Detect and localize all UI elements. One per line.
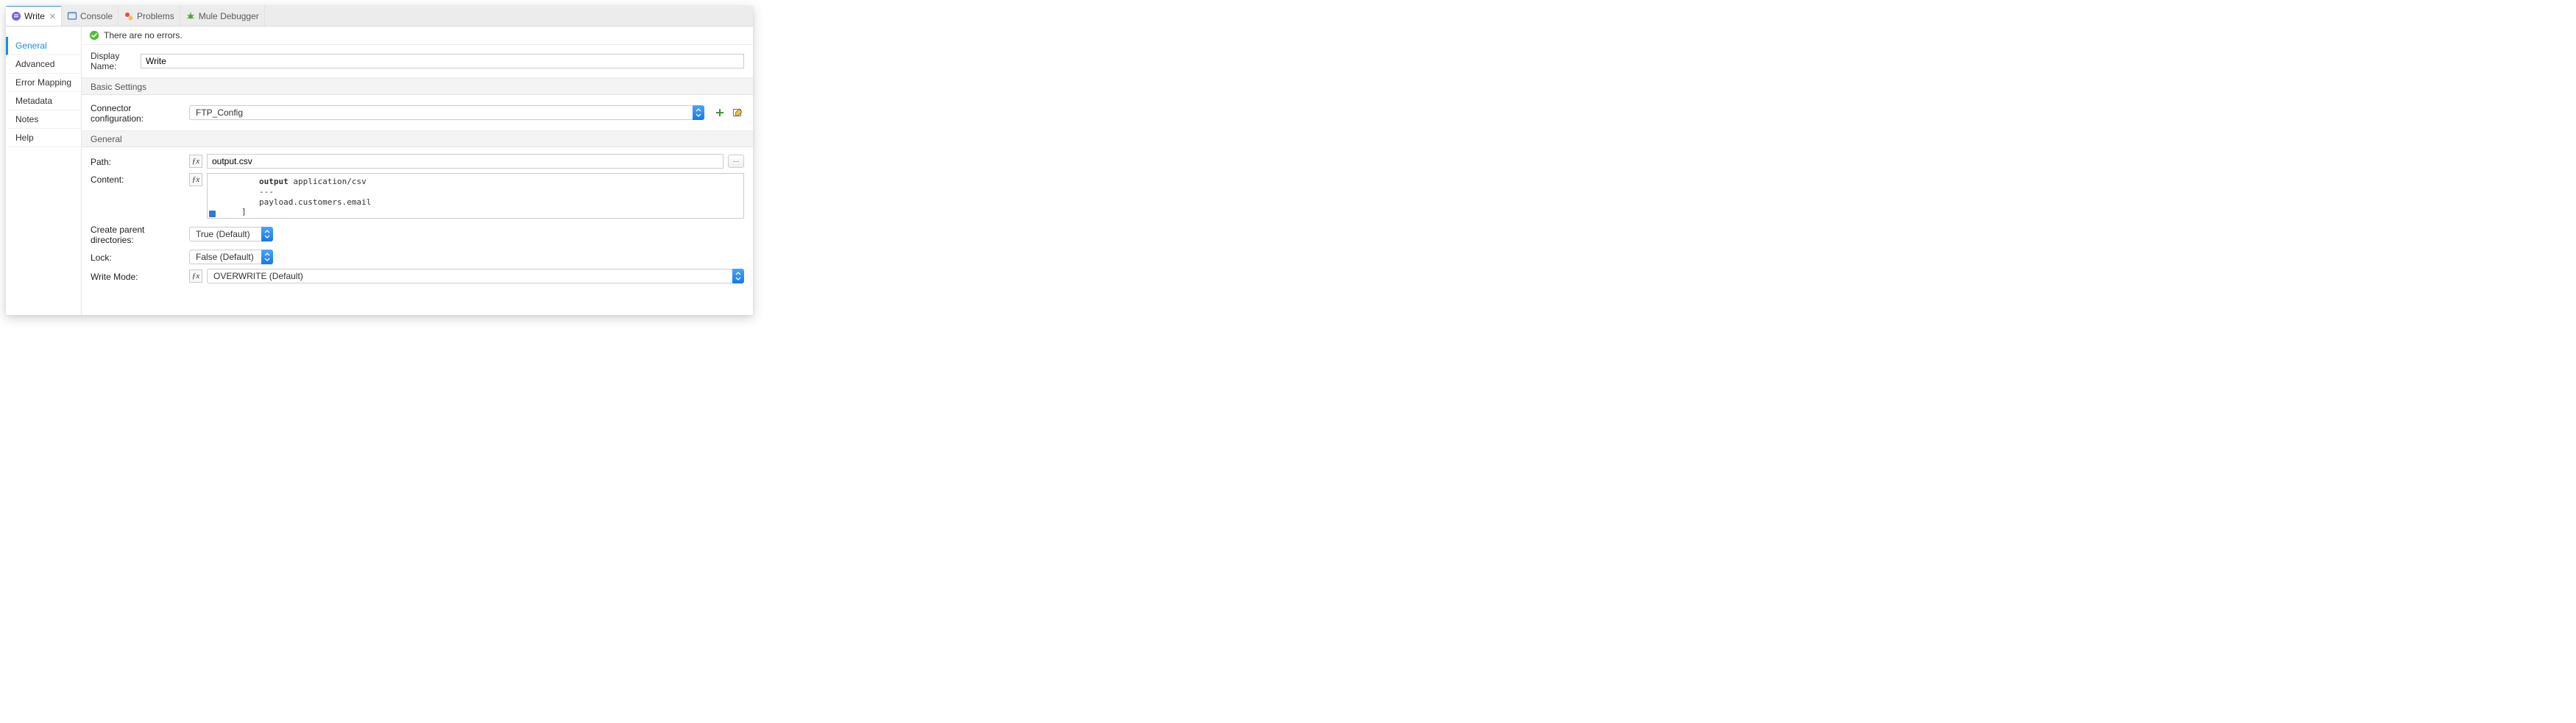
edit-config-button[interactable] bbox=[731, 106, 744, 119]
chevron-updown-icon bbox=[261, 250, 273, 264]
side-nav-label: Notes bbox=[15, 114, 38, 124]
view-tabs-bar: Write ✕ Console Problems Mule Debugger bbox=[6, 6, 753, 27]
add-config-button[interactable] bbox=[713, 106, 726, 119]
tab-mule-debugger[interactable]: Mule Debugger bbox=[180, 6, 265, 26]
problems-icon bbox=[124, 11, 134, 21]
side-nav-label: General bbox=[15, 40, 47, 51]
path-label: Path: bbox=[91, 155, 185, 167]
write-mode-select[interactable]: OVERWRITE (Default) bbox=[207, 269, 744, 283]
editor-marker-icon bbox=[209, 211, 216, 217]
tab-write[interactable]: Write ✕ bbox=[6, 6, 62, 26]
connector-config-value: FTP_Config bbox=[189, 105, 693, 120]
section-basic-settings-title: Basic Settings bbox=[82, 78, 753, 95]
create-parent-dirs-label: Create parent directories: bbox=[91, 223, 185, 245]
component-config-window: Write ✕ Console Problems Mule Debugger G… bbox=[6, 6, 753, 315]
fx-toggle-write-mode[interactable]: ƒx bbox=[189, 269, 202, 283]
side-nav-general[interactable]: General bbox=[6, 37, 81, 55]
side-nav-label: Error Mapping bbox=[15, 77, 71, 88]
validation-status-text: There are no errors. bbox=[104, 30, 183, 40]
tab-problems[interactable]: Problems bbox=[118, 6, 180, 26]
content-code-text: --- bbox=[259, 187, 274, 197]
content-code-text: </ftp:content> bbox=[216, 217, 285, 219]
chevron-updown-icon bbox=[693, 105, 704, 120]
tab-label: Write bbox=[24, 11, 45, 21]
content-code-text: ] bbox=[241, 207, 247, 217]
fx-toggle-content[interactable]: ƒx bbox=[189, 173, 202, 186]
console-icon bbox=[67, 11, 77, 21]
content-code-editor[interactable]: output application/csv --- payload.custo… bbox=[207, 173, 744, 219]
check-ok-icon bbox=[89, 30, 99, 40]
write-mode-label: Write Mode: bbox=[91, 270, 185, 282]
tab-console[interactable]: Console bbox=[62, 6, 118, 26]
tab-label: Problems bbox=[137, 11, 174, 21]
side-nav-label: Advanced bbox=[15, 59, 54, 69]
connector-config-select[interactable]: FTP_Config bbox=[189, 105, 704, 120]
validation-status-bar: There are no errors. bbox=[82, 27, 753, 45]
chevron-updown-icon bbox=[261, 227, 273, 241]
display-name-input[interactable] bbox=[141, 54, 744, 68]
side-nav-label: Help bbox=[15, 133, 34, 143]
lock-label: Lock: bbox=[91, 251, 185, 263]
side-nav-help[interactable]: Help bbox=[6, 129, 81, 147]
close-tab-icon[interactable]: ✕ bbox=[48, 12, 56, 21]
side-nav-label: Metadata bbox=[15, 96, 52, 106]
chevron-updown-icon bbox=[732, 269, 744, 283]
side-nav-advanced[interactable]: Advanced bbox=[6, 55, 81, 74]
write-mode-value: OVERWRITE (Default) bbox=[207, 269, 732, 283]
side-nav-notes[interactable]: Notes bbox=[6, 110, 81, 129]
side-nav-error-mapping[interactable]: Error Mapping bbox=[6, 74, 81, 92]
content-label: Content: bbox=[91, 173, 185, 185]
tab-label: Console bbox=[80, 11, 113, 21]
tab-label: Mule Debugger bbox=[199, 11, 259, 21]
create-parent-dirs-select[interactable]: True (Default) bbox=[189, 227, 273, 241]
write-connector-icon bbox=[11, 11, 21, 21]
side-nav-metadata[interactable]: Metadata bbox=[6, 92, 81, 110]
create-parent-dirs-value: True (Default) bbox=[189, 227, 261, 241]
config-main-panel: There are no errors. Display Name: Basic… bbox=[82, 27, 753, 315]
path-browse-button[interactable]: ... bbox=[728, 155, 744, 168]
display-name-label: Display Name: bbox=[91, 51, 135, 71]
content-code-text: payload.customers.email bbox=[259, 197, 371, 207]
connector-config-label: Connector configuration: bbox=[91, 102, 185, 124]
content-code-keyword: output bbox=[259, 177, 293, 186]
section-general-title: General bbox=[82, 130, 753, 147]
lock-select[interactable]: False (Default) bbox=[189, 250, 273, 264]
content-code-text: application/csv bbox=[293, 177, 366, 186]
config-side-nav: General Advanced Error Mapping Metadata … bbox=[6, 27, 82, 315]
lock-value: False (Default) bbox=[189, 250, 261, 264]
fx-toggle-path[interactable]: ƒx bbox=[189, 155, 202, 168]
path-input[interactable] bbox=[207, 154, 723, 169]
mule-debugger-icon bbox=[185, 11, 196, 21]
